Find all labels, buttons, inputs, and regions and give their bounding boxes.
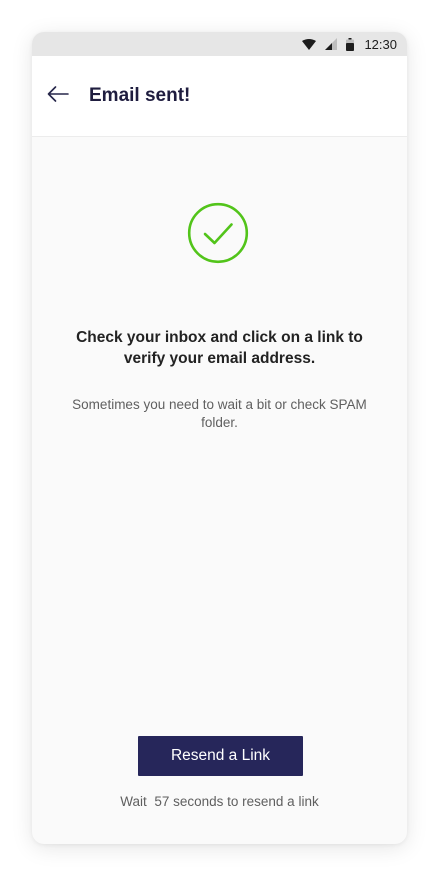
page-title: Email sent! — [89, 85, 191, 106]
back-button[interactable] — [44, 84, 72, 108]
signal-icon — [325, 38, 338, 50]
status-bar: 12:30 — [32, 32, 407, 56]
instruction-subtext: Sometimes you need to wait a bit or chec… — [72, 397, 367, 430]
phone-frame: 12:30 Email sent! Check your inbox and c… — [32, 32, 407, 844]
resend-link-button[interactable]: Resend a Link — [138, 736, 303, 776]
wifi-icon — [302, 38, 317, 50]
check-circle-icon — [187, 202, 249, 264]
wait-prefix: Wait — [120, 794, 147, 809]
wait-suffix: seconds to resend a link — [173, 794, 319, 809]
status-icons: 12:30 — [302, 32, 397, 56]
app-bar: Email sent! — [32, 56, 407, 137]
instruction-headline: Check your inbox and click on a link to … — [76, 329, 363, 367]
battery-icon — [346, 37, 355, 51]
arrow-left-icon — [46, 85, 70, 107]
resend-countdown: Wait 57 seconds to resend a link — [32, 793, 407, 811]
status-time: 12:30 — [364, 36, 397, 52]
countdown-seconds: 57 — [154, 794, 170, 809]
